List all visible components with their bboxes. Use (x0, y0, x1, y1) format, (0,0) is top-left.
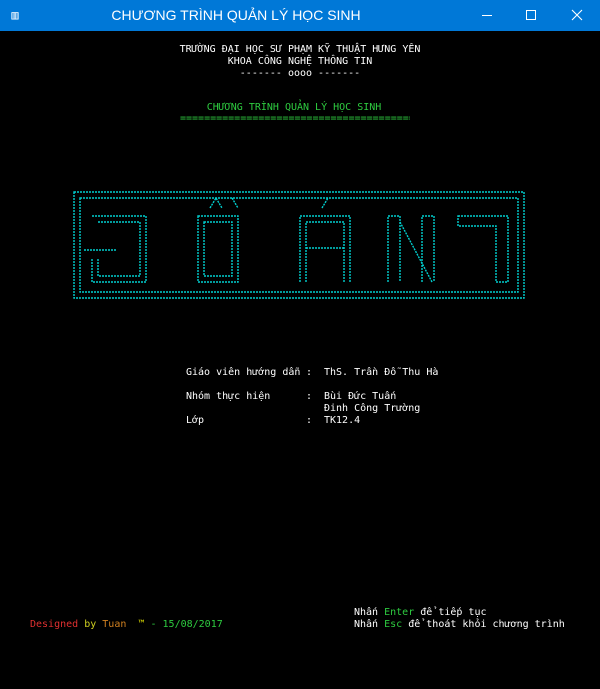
class-value: TK12.4 (324, 415, 361, 426)
advisor-label: Giáo viên hướng dẫn (186, 367, 301, 378)
enter-prefix: Nhấn (354, 607, 379, 618)
enter-hint: Nhấn Enter để tiếp tục (354, 607, 487, 619)
project-banner (73, 191, 525, 299)
esc-key: Esc (384, 619, 403, 630)
credit-name: Tuan (102, 619, 127, 630)
esc-prefix: Nhấn (354, 619, 379, 630)
window-titlebar[interactable]: ▥ CHƯƠNG TRÌNH QUẢN LÝ HỌC SINH (0, 0, 600, 31)
credit-date: - 15/08/2017 (150, 619, 223, 630)
maximize-button[interactable] (508, 0, 554, 31)
enter-suffix: để tiếp tục (420, 607, 487, 618)
credit-line: Designed by Tuan ™ - 15/08/2017 (30, 619, 223, 631)
group-separator: : (306, 391, 313, 402)
school-name: TRƯỜNG ĐẠI HỌC SƯ PHẠM KỸ THUẬT HƯNG YÊN (179, 44, 421, 55)
credit-designed: Designed (30, 619, 79, 630)
credit-tm: ™ (138, 619, 145, 630)
maximize-icon (526, 10, 536, 20)
class-separator: : (306, 415, 313, 426)
group-member: Đinh Công Trường (324, 403, 421, 414)
enter-key: Enter (384, 607, 415, 618)
group-member: Bùi Đức Tuấn (324, 391, 397, 402)
class-label: Lớp (186, 415, 205, 426)
esc-hint: Nhấn Esc để thoát khỏi chương trình (354, 619, 565, 631)
group-label: Nhóm thực hiện (186, 391, 271, 402)
panel-frame (26, 96, 574, 636)
window-title: CHƯƠNG TRÌNH QUẢN LÝ HỌC SINH (111, 7, 361, 23)
faculty-name: KHOA CÔNG NGHỆ THÔNG TIN (227, 56, 373, 67)
minimize-button[interactable] (464, 0, 510, 31)
advisor-separator: : (306, 367, 313, 378)
minimize-icon (482, 15, 492, 16)
esc-suffix: để thoát khỏi chương trình (408, 619, 565, 630)
panel-title-underline: ========================================… (180, 113, 410, 124)
close-button[interactable] (554, 0, 600, 31)
credit-by: by (84, 619, 97, 630)
header-divider: ------- oooo ------- (239, 68, 361, 79)
advisor-value: ThS. Trần Đỗ Thu Hà (324, 367, 439, 378)
close-icon (571, 9, 583, 21)
